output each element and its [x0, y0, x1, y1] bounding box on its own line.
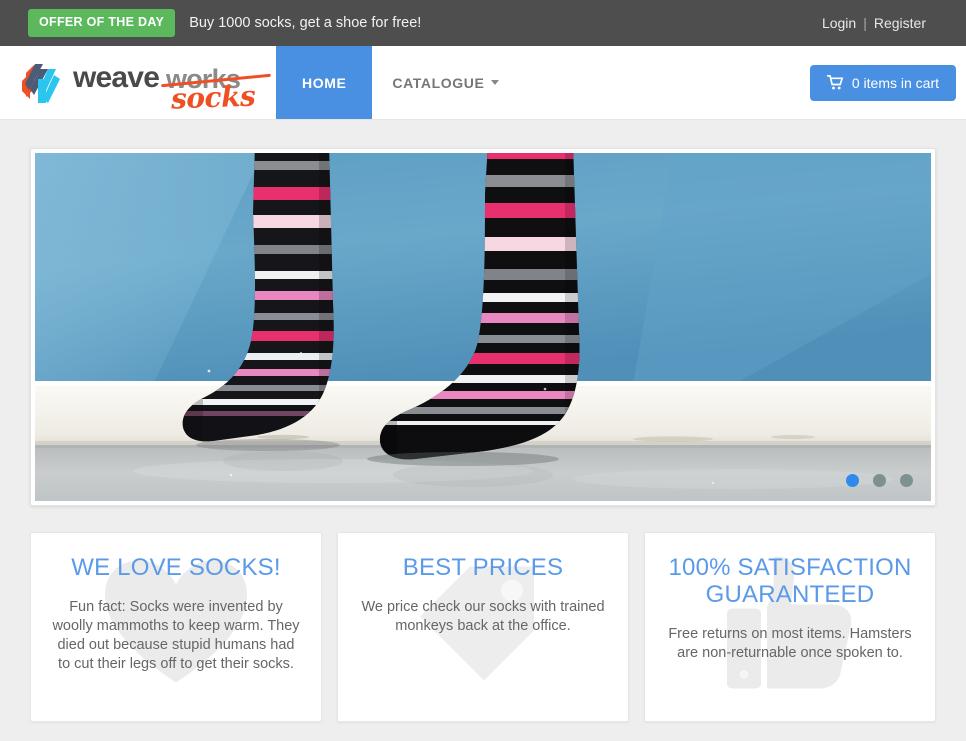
feature-card-satisfaction-guaranteed: 100% SATISFACTION GUARANTEED Free return…: [644, 532, 936, 722]
offer-message: Buy 1000 socks, get a shoe for free!: [189, 15, 422, 31]
carousel-viewport: [35, 153, 931, 501]
feature-card-content: BEST PRICES We price check our socks wit…: [338, 533, 628, 636]
weaveworks-logo-icon: [18, 59, 64, 107]
offer-bar: OFFER OF THE DAY Buy 1000 socks, get a s…: [0, 0, 966, 46]
shopping-cart-icon: [826, 75, 844, 90]
main-content: [0, 120, 966, 506]
nav-item-catalogue[interactable]: CATALOGUE: [372, 46, 519, 119]
main-navigation: HOME CATALOGUE: [276, 46, 519, 119]
cart-area: 0 items in cart: [809, 46, 966, 119]
offer-of-the-day-badge: OFFER OF THE DAY: [28, 9, 176, 37]
feature-card-title: 100% SATISFACTION GUARANTEED: [668, 554, 912, 608]
carousel-dot-1[interactable]: [846, 474, 859, 487]
carousel-dot-3[interactable]: [900, 474, 913, 487]
carousel-dot-2[interactable]: [873, 474, 886, 487]
feature-card-we-love-socks: WE LOVE SOCKS! Fun fact: Socks were inve…: [30, 532, 322, 722]
nav-item-catalogue-label: CATALOGUE: [392, 74, 485, 91]
register-link[interactable]: Register: [874, 15, 926, 31]
site-header: weave works socks HOME CATALOGUE 0 items…: [0, 46, 966, 120]
feature-card-body: We price check our socks with trained mo…: [361, 598, 605, 634]
feature-card-title: BEST PRICES: [402, 554, 564, 581]
carousel-slide-image: [35, 153, 931, 501]
nav-item-home-label: HOME: [302, 74, 347, 91]
feature-card-title: WE LOVE SOCKS!: [71, 554, 281, 581]
cart-button[interactable]: 0 items in cart: [809, 64, 956, 101]
feature-card-body: Fun fact: Socks were invented by woolly …: [52, 598, 300, 673]
login-link[interactable]: Login: [822, 15, 856, 31]
cart-button-label: 0 items in cart: [851, 74, 939, 91]
feature-card-content: WE LOVE SOCKS! Fun fact: Socks were inve…: [31, 533, 321, 674]
feature-card-body: Free returns on most items. Hamsters are…: [668, 625, 912, 661]
brand-weave-text: weave: [73, 60, 160, 94]
feature-card-content: 100% SATISFACTION GUARANTEED Free return…: [645, 533, 935, 663]
brand-logo[interactable]: weave works socks: [0, 46, 276, 119]
hero-carousel[interactable]: [30, 148, 936, 506]
brand-socks-text: socks: [170, 79, 256, 115]
chevron-down-icon: [491, 80, 500, 85]
nav-item-home[interactable]: HOME: [276, 46, 373, 119]
feature-cards: WE LOVE SOCKS! Fun fact: Socks were inve…: [0, 506, 966, 722]
carousel-indicators: [846, 474, 913, 487]
feature-card-best-prices: BEST PRICES We price check our socks wit…: [337, 532, 629, 722]
account-links: Login | Register: [822, 15, 938, 31]
brand-wordmark: weave works socks: [73, 57, 271, 115]
account-links-separator: |: [863, 15, 867, 31]
